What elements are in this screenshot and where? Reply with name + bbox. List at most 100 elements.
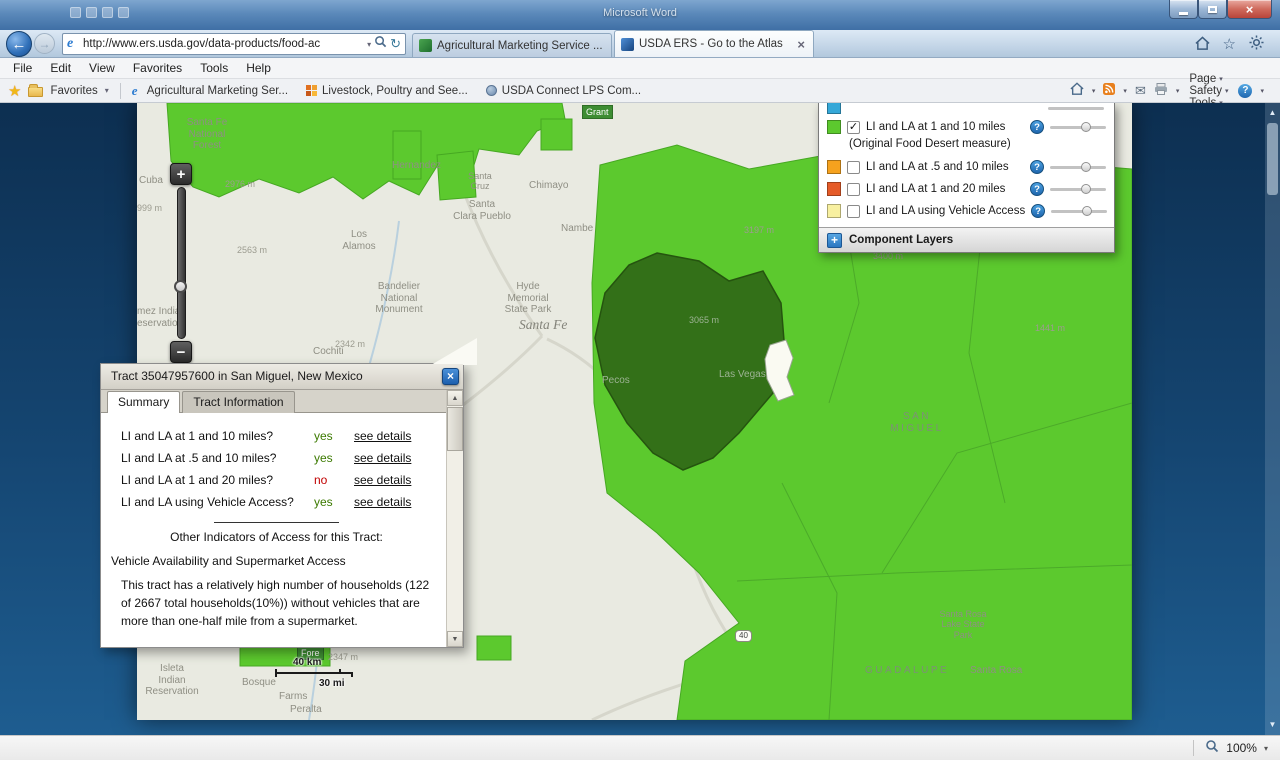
address-dropdown-icon[interactable]: ▾ xyxy=(367,40,371,49)
browser-scrollbar[interactable]: ▲ ▼ xyxy=(1265,103,1280,735)
tract-description: This tract has a relatively high number … xyxy=(121,576,437,630)
zoom-slider-handle[interactable] xyxy=(174,280,187,293)
command-safety[interactable]: Safety▾ xyxy=(1187,85,1230,97)
minimize-button[interactable] xyxy=(1169,0,1198,19)
layer-row: ✓ LI and LA at 1 and 10 miles? xyxy=(819,116,1114,138)
map-label: Nambe xyxy=(561,223,593,235)
layer-row: LI and LA at .5 and 10 miles? xyxy=(819,156,1114,178)
favorites-bar-link[interactable]: Livestock, Poultry and See... xyxy=(306,85,468,97)
chevron-down-icon[interactable]: ▾ xyxy=(1260,87,1264,95)
scroll-up-icon[interactable]: ▲ xyxy=(1265,105,1280,121)
chevron-down-icon[interactable]: ▾ xyxy=(1264,744,1268,753)
chevron-down-icon[interactable]: ▾ xyxy=(1092,87,1096,95)
scrollbar-thumb[interactable] xyxy=(447,407,463,451)
slider-track xyxy=(1050,188,1106,191)
popup-scrollbar[interactable]: ▲ ▼ xyxy=(446,390,463,647)
see-details-link[interactable]: see details xyxy=(354,495,411,509)
tab-close-icon[interactable]: × xyxy=(795,37,807,52)
popup-body: LI and LA at 1 and 10 miles?yessee detai… xyxy=(101,413,446,647)
layer-checkbox[interactable] xyxy=(847,205,860,218)
favorites-bar-link[interactable]: USDA Connect LPS Com... xyxy=(486,85,641,97)
help-icon[interactable]: ? xyxy=(1030,160,1044,174)
question-text: LI and LA at .5 and 10 miles? xyxy=(121,451,314,465)
zoom-slider-track[interactable] xyxy=(177,187,186,339)
layer-checkbox[interactable]: ✓ xyxy=(847,121,860,134)
slider-handle[interactable] xyxy=(1081,184,1091,194)
back-button[interactable]: ← xyxy=(6,31,32,57)
scroll-down-icon[interactable]: ▼ xyxy=(1265,717,1280,733)
tract-info-popup: Tract 35047957600 in San Miguel, New Mex… xyxy=(100,363,464,648)
layer-opacity-slider[interactable] xyxy=(1050,183,1106,195)
favorites-star-icon[interactable]: ☆ xyxy=(1223,37,1236,52)
popup-question-rows: LI and LA at 1 and 10 miles?yessee detai… xyxy=(111,425,442,513)
slider-handle[interactable] xyxy=(1081,122,1091,132)
help-icon[interactable]: ? xyxy=(1030,182,1044,196)
popup-tab-tract-information[interactable]: Tract Information xyxy=(182,391,294,413)
menu-file[interactable]: File xyxy=(4,59,41,77)
address-bar[interactable]: e http://www.ers.usda.gov/data-products/… xyxy=(62,33,406,55)
slider-handle[interactable] xyxy=(1082,206,1092,216)
zoom-level[interactable]: 100% xyxy=(1226,741,1257,755)
scrollbar-thumb[interactable] xyxy=(1267,123,1278,195)
zoom-level-icon[interactable] xyxy=(1205,739,1219,758)
command-label: Page xyxy=(1189,73,1216,85)
tools-gear-icon[interactable] xyxy=(1249,35,1264,53)
help-icon[interactable]: ? xyxy=(1030,120,1044,134)
map-label: SAN MIGUEL xyxy=(877,411,957,434)
menu-edit[interactable]: Edit xyxy=(41,59,80,77)
forward-button[interactable]: → xyxy=(34,33,55,54)
popup-tab-summary[interactable]: Summary xyxy=(107,391,180,413)
layer-opacity-slider[interactable] xyxy=(1050,121,1106,133)
command-page[interactable]: Page▾ xyxy=(1187,73,1230,85)
close-button[interactable]: × xyxy=(1227,0,1272,19)
layer-checkbox[interactable] xyxy=(847,161,860,174)
home-icon[interactable] xyxy=(1195,36,1210,53)
search-icon[interactable] xyxy=(374,35,387,53)
layer-opacity-slider[interactable] xyxy=(1051,205,1107,217)
expand-component-layers-button[interactable]: + xyxy=(827,233,842,248)
menu-favorites[interactable]: Favorites xyxy=(124,59,191,77)
see-details-link[interactable]: see details xyxy=(354,473,411,487)
home-icon[interactable] xyxy=(1070,82,1084,100)
favorites-button[interactable]: Favorites xyxy=(50,85,97,97)
chevron-down-icon[interactable]: ▾ xyxy=(1123,87,1127,95)
map-label: Santa Fe National Forest xyxy=(167,117,247,152)
refresh-icon[interactable]: ↻ xyxy=(390,36,401,52)
layer-note: (Original Food Desert measure) xyxy=(819,138,1114,156)
menu-tools[interactable]: Tools xyxy=(191,59,237,77)
maximize-button[interactable] xyxy=(1198,0,1227,19)
browser-tab-1[interactable]: USDA ERS - Go to the Atlas× xyxy=(614,30,814,57)
zoom-in-button[interactable]: + xyxy=(170,163,192,185)
popup-close-button[interactable]: × xyxy=(442,368,459,385)
map-label: Santa Cruz xyxy=(440,171,520,192)
menu-help[interactable]: Help xyxy=(237,59,280,77)
print-icon[interactable] xyxy=(1154,82,1168,100)
help-icon[interactable]: ? xyxy=(1031,204,1045,218)
layer-label: LI and LA at 1 and 10 miles xyxy=(866,121,1024,133)
url-text[interactable]: http://www.ers.usda.gov/data-products/fo… xyxy=(83,38,364,50)
globe-favicon xyxy=(486,85,497,96)
scroll-down-icon[interactable]: ▼ xyxy=(447,631,463,647)
browser-tab-0[interactable]: Agricultural Marketing Service ... xyxy=(412,33,612,57)
chevron-down-icon[interactable]: ▾ xyxy=(105,86,109,95)
map-label: GUADALUPE xyxy=(865,665,949,677)
layer-checkbox[interactable] xyxy=(847,183,860,196)
chevron-down-icon[interactable]: ▾ xyxy=(1176,87,1180,95)
help-icon[interactable]: ? xyxy=(1238,84,1252,98)
component-layers-bar[interactable]: + Component Layers xyxy=(819,227,1114,252)
vehicle-availability-heading: Vehicle Availability and Supermarket Acc… xyxy=(111,554,442,568)
zoom-out-button[interactable]: − xyxy=(170,341,192,363)
see-details-link[interactable]: see details xyxy=(354,429,411,443)
read-mail-icon[interactable]: ✉ xyxy=(1135,83,1146,99)
slider-handle[interactable] xyxy=(1081,162,1091,172)
map-scalebar: 40 km 30 mi xyxy=(275,657,365,689)
rss-feed-icon[interactable] xyxy=(1103,82,1115,100)
layer-opacity-slider[interactable] xyxy=(1050,161,1106,173)
scroll-up-icon[interactable]: ▲ xyxy=(447,390,463,406)
divider xyxy=(120,83,121,99)
menu-view[interactable]: View xyxy=(80,59,124,77)
favorites-bar-link[interactable]: eAgricultural Marketing Ser... xyxy=(132,83,288,99)
popup-question-row: LI and LA at 1 and 10 miles?yessee detai… xyxy=(121,425,442,447)
see-details-link[interactable]: see details xyxy=(354,451,411,465)
add-favorite-star-icon[interactable]: ★ xyxy=(8,82,21,100)
